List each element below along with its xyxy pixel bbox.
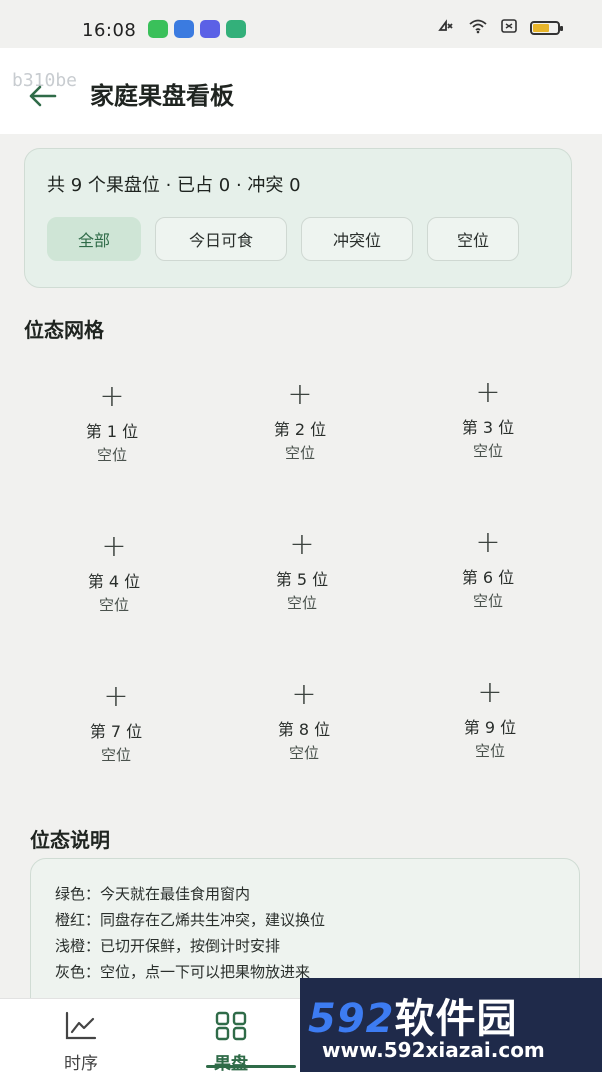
filter-chips: 全部 今日可食 冲突位 空位 (47, 217, 519, 261)
plus-icon: + (289, 527, 315, 562)
nav-fruit-plate[interactable]: 果盘 (186, 1011, 276, 1072)
slot-name: 第 9 位 (463, 718, 517, 737)
promo-logo-text: 软件园 (394, 996, 518, 1042)
filter-empty-chip[interactable]: 空位 (427, 217, 519, 261)
plus-icon: + (475, 525, 501, 560)
slot-state: 空位 (96, 446, 127, 464)
nav-timeline[interactable]: 时序 (36, 1011, 126, 1072)
slot-state: 空位 (472, 442, 503, 460)
mute-icon (436, 18, 456, 38)
slot-state: 空位 (284, 444, 315, 462)
browser-app-icon (174, 20, 194, 38)
wifi-icon (468, 18, 488, 38)
plus-icon: + (99, 379, 125, 414)
slot-2[interactable]: + 第 2 位 空位 (240, 380, 360, 476)
plus-icon: + (477, 675, 503, 710)
slot-name: 第 2 位 (273, 420, 327, 439)
plus-icon: + (103, 679, 129, 714)
slot-name: 第 1 位 (85, 422, 139, 441)
summary-text: 共 9 个果盘位 · 已占 0 · 冲突 0 (47, 175, 301, 196)
cloud-app-icon (200, 20, 220, 38)
slot-name: 第 8 位 (277, 720, 331, 739)
slot-1[interactable]: + 第 1 位 空位 (52, 382, 172, 478)
slot-3[interactable]: + 第 3 位 空位 (428, 378, 548, 474)
promo-logo-number: 592 (308, 996, 395, 1042)
slot-state: 空位 (98, 596, 129, 614)
nav-active-indicator (206, 1065, 296, 1068)
legend-orange-red: 橙红：同盘存在乙烯共生冲突，建议换位 (55, 911, 326, 929)
messages-app-icon (148, 20, 168, 38)
grid-icon (215, 1011, 247, 1041)
slot-state: 空位 (286, 594, 317, 612)
plus-icon: + (291, 677, 317, 712)
slot-4[interactable]: + 第 4 位 空位 (54, 532, 174, 628)
arrow-left-icon (29, 85, 57, 107)
slot-8[interactable]: + 第 8 位 空位 (244, 680, 364, 776)
slot-6[interactable]: + 第 6 位 空位 (428, 528, 548, 624)
slot-5[interactable]: + 第 5 位 空位 (242, 530, 362, 626)
filter-conflict-chip[interactable]: 冲突位 (301, 217, 413, 261)
filter-edible-today-chip[interactable]: 今日可食 (155, 217, 287, 261)
legend-section-title: 位态说明 (30, 828, 110, 852)
slot-name: 第 3 位 (461, 418, 515, 437)
slot-name: 第 6 位 (461, 568, 515, 587)
battery-icon (530, 21, 563, 35)
tips-app-icon (226, 20, 246, 38)
slot-state: 空位 (472, 592, 503, 610)
status-bar: 16:08 (0, 0, 602, 48)
filter-all-chip[interactable]: 全部 (47, 217, 141, 261)
plus-icon: + (287, 377, 313, 412)
slot-name: 第 7 位 (89, 722, 143, 741)
status-time: 16:08 (82, 20, 137, 41)
slot-state: 空位 (474, 742, 505, 760)
slot-7[interactable]: + 第 7 位 空位 (56, 682, 176, 778)
sim-icon (500, 18, 518, 38)
promo-watermark: 592软件园 www.592xiazai.com (300, 978, 602, 1072)
slot-state: 空位 (288, 744, 319, 762)
slot-state: 空位 (100, 746, 131, 764)
promo-url: www.592xiazai.com (322, 1038, 545, 1062)
system-icons (436, 18, 563, 38)
slot-name: 第 4 位 (87, 572, 141, 591)
legend-light-orange: 浅橙：已切开保鲜，按倒计时安排 (55, 937, 281, 955)
status-app-icons (148, 20, 246, 38)
legend-green: 绿色：今天就在最佳食用窗内 (55, 885, 251, 903)
summary-card: 共 9 个果盘位 · 已占 0 · 冲突 0 全部 今日可食 冲突位 空位 (24, 148, 572, 288)
grid-section-title: 位态网格 (24, 318, 104, 342)
nav-timeline-label: 时序 (64, 1054, 98, 1072)
promo-logo: 592软件园 (308, 986, 518, 1044)
page-title: 家庭果盘看板 (90, 82, 234, 110)
nav-fruit-plate-label: 果盘 (214, 1054, 248, 1072)
back-button[interactable] (24, 78, 60, 114)
plus-icon: + (475, 375, 501, 410)
slot-name: 第 5 位 (275, 570, 329, 589)
plus-icon: + (101, 529, 127, 564)
slot-9[interactable]: + 第 9 位 空位 (430, 678, 550, 774)
trend-chart-icon (65, 1011, 97, 1040)
